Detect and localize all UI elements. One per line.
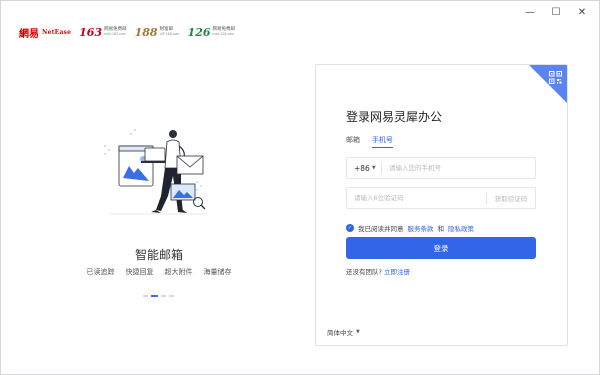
terms-link[interactable]: 服务条款 (408, 223, 434, 233)
feature-item: 已读追踪 (86, 268, 115, 276)
logo-126: 126 网易免费邮 mail.126.com (188, 26, 235, 39)
netease-logo: 網易 NetEase (19, 25, 71, 40)
verification-code-field: 获取验证码 (346, 187, 536, 209)
logo-163-en: mail.163.com (104, 31, 126, 36)
logo-126-number: 126 (187, 25, 211, 39)
login-button[interactable]: 登录 (346, 237, 536, 259)
phone-input[interactable] (382, 158, 535, 178)
agreement-row: ✓ 我已阅读并同意 服务条款 和 隐私政策 (346, 223, 474, 233)
register-prompt: 还没有团队? (346, 268, 382, 276)
feature-item: 海量储存 (203, 268, 232, 276)
maximize-icon: ☐ (551, 6, 561, 18)
login-tabs: 邮箱 手机号 (346, 135, 393, 148)
agreement-checkbox[interactable]: ✓ (346, 224, 354, 232)
country-code-select[interactable]: +86 ▼ (347, 164, 381, 173)
register-link[interactable]: 立即注册 (384, 268, 410, 276)
top-bar: 網易 NetEase 163 网易免费邮 mail.163.com 188 财富邮… (1, 1, 599, 40)
tab-phone[interactable]: 手机号 (372, 135, 393, 148)
feature-showcase: 智能邮箱 已读追踪 快捷回复 超大附件 海量储存 (1, 61, 317, 311)
logo-188: 188 财富邮 VIP 188.com (135, 26, 180, 39)
window-controls: — ☐ ✕ (517, 3, 595, 21)
mailbox-illustration (104, 129, 206, 215)
logo-163-number: 163 (79, 25, 103, 39)
carousel-dot-active[interactable] (151, 295, 158, 297)
qr-code-icon[interactable] (549, 71, 562, 84)
carousel-indicator (143, 295, 174, 297)
chevron-down-icon: ▼ (371, 165, 376, 171)
netease-logo-cn: 網易 (19, 28, 39, 40)
get-code-button[interactable]: 获取验证码 (487, 193, 535, 203)
maximize-button[interactable]: ☐ (543, 3, 569, 21)
privacy-link[interactable]: 隐私政策 (448, 223, 474, 233)
app-window: 網易 NetEase 163 网易免费邮 mail.163.com 188 财富邮… (1, 1, 599, 374)
logo-188-number: 188 (134, 25, 158, 39)
login-title: 登录网易灵犀办公 (346, 110, 443, 124)
feature-item: 快捷回复 (125, 268, 154, 276)
brand-logos: 網易 NetEase 163 网易免费邮 mail.163.com 188 财富邮… (19, 25, 235, 40)
language-select[interactable]: 简体中文 ▼ (327, 327, 360, 337)
close-icon: ✕ (577, 6, 587, 18)
verification-code-input[interactable] (347, 188, 486, 208)
netease-logo-en: NetEase (42, 28, 72, 36)
country-code-value: +86 (354, 163, 370, 173)
logo-188-en: VIP 188.com (159, 31, 180, 36)
carousel-dot[interactable] (161, 295, 166, 297)
phone-field: +86 ▼ (346, 157, 536, 179)
agreement-text: 我已阅读并同意 (358, 225, 404, 233)
logo-126-en: mail.126.com (212, 31, 235, 36)
tab-email[interactable]: 邮箱 (346, 135, 360, 148)
minimize-icon: — (525, 6, 535, 18)
minimize-button[interactable]: — (517, 3, 543, 21)
carousel-dot[interactable] (169, 295, 174, 297)
register-row: 还没有团队? 立即注册 (346, 266, 410, 276)
chevron-down-icon: ▼ (356, 329, 360, 335)
feature-item: 超大附件 (164, 268, 193, 276)
slogan: 智能邮箱 (134, 248, 183, 262)
close-button[interactable]: ✕ (569, 3, 595, 21)
login-card: 登录网易灵犀办公 邮箱 手机号 +86 ▼ 获取验证码 ✓ 我已阅读并同意 服务… (315, 64, 568, 346)
carousel-dot[interactable] (143, 295, 148, 297)
language-value: 简体中文 (327, 329, 353, 337)
agreement-and: 和 (437, 225, 445, 233)
feature-list: 已读追踪 快捷回复 超大附件 海量储存 (1, 267, 317, 277)
logo-163: 163 网易免费邮 mail.163.com (79, 26, 126, 39)
